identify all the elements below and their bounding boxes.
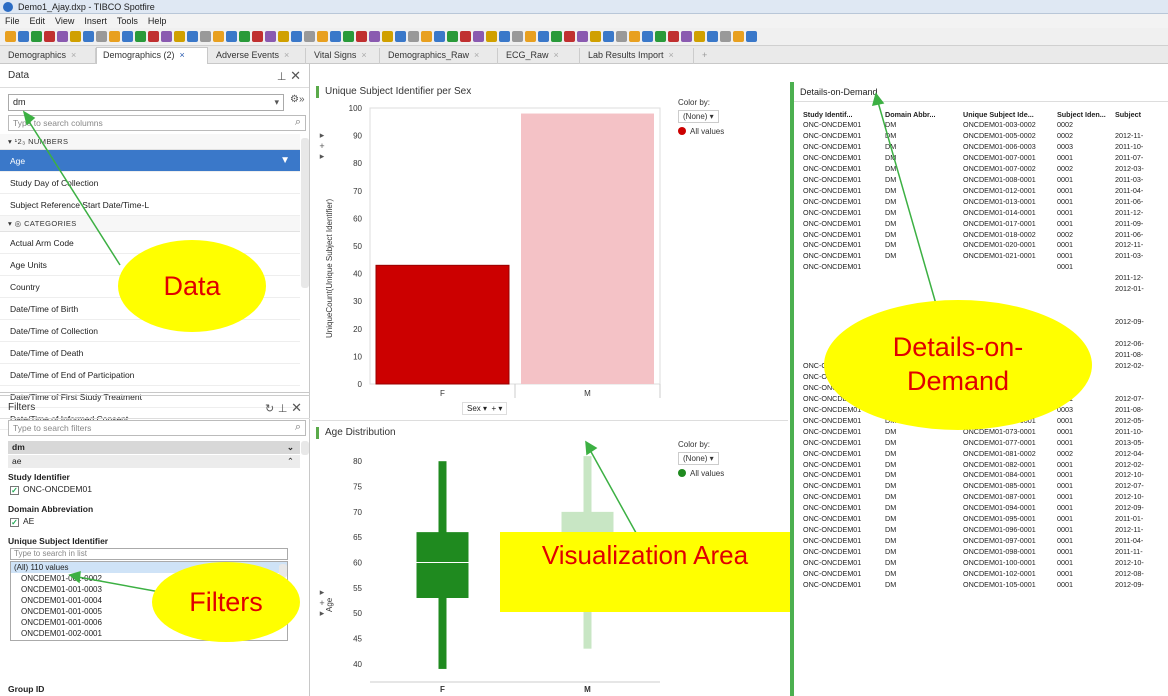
- arrow-head-icon: [871, 92, 885, 106]
- visualization-callout: Visualization Area: [500, 532, 790, 612]
- details-on-demand-callout: Details-on-Demand: [824, 300, 1092, 430]
- arrow-head-icon: [585, 440, 598, 456]
- filters-callout: Filters: [152, 562, 300, 642]
- arrow-line: [589, 449, 641, 541]
- arrow-line: [27, 119, 121, 266]
- arrow-head-icon: [22, 110, 36, 126]
- data-callout: Data: [118, 240, 266, 332]
- arrow-line: [77, 576, 161, 593]
- arrow-line: [877, 101, 941, 319]
- arrow-head-icon: [68, 570, 81, 584]
